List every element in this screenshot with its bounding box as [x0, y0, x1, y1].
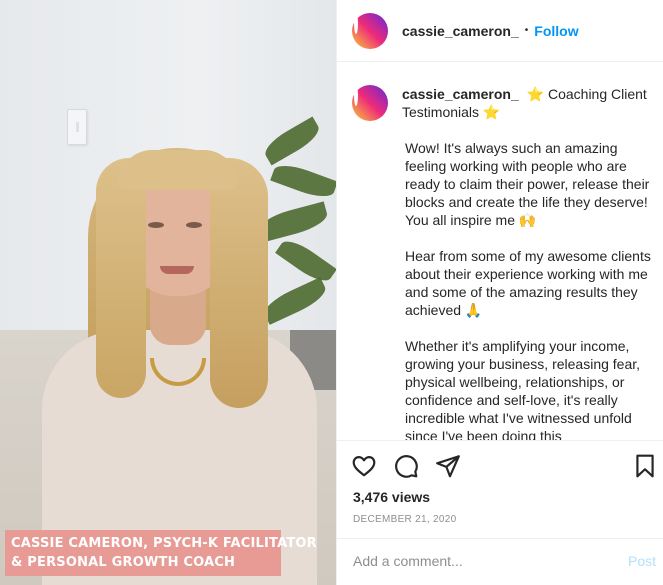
caption-paragraph: Hear from some of my awesome clients abo…: [405, 248, 651, 318]
caption-section[interactable]: cassie_cameron_ ⭐ Coaching Client Testim…: [337, 63, 663, 440]
video-name-overlay: CASSIE CAMERON, PSYCH-K FACILITATOR & PE…: [5, 530, 317, 576]
caption-username[interactable]: cassie_cameron_: [402, 86, 519, 102]
caption-row: cassie_cameron_ ⭐ Coaching Client Testim…: [352, 85, 648, 121]
eye: [186, 222, 202, 228]
bookmark-icon[interactable]: [632, 453, 658, 479]
avatar-image: [354, 85, 358, 106]
eye: [148, 222, 164, 228]
post-button[interactable]: Post: [628, 553, 656, 569]
overlay-line-2: & PERSONAL GROWTH COACH: [11, 555, 236, 570]
hair-left: [96, 158, 146, 398]
separator-dot: •: [524, 25, 529, 36]
header-username[interactable]: cassie_cameron_: [402, 23, 519, 39]
add-comment-section: Post: [337, 538, 663, 585]
comment-icon[interactable]: [393, 453, 419, 479]
caption-paragraph: Whether it's amplifying your income, gro…: [405, 338, 641, 440]
post-date: DECEMBER 21, 2020: [353, 514, 457, 525]
action-icons: [351, 453, 461, 479]
post-video[interactable]: CASSIE CAMERON, PSYCH-K FACILITATOR & PE…: [0, 0, 336, 585]
overlay-line-1: CASSIE CAMERON, PSYCH-K FACILITATOR: [11, 536, 317, 551]
caption-paragraph: Wow! It's always such an amazing feeling…: [405, 140, 650, 228]
post-panel: cassie_cameron_ • Follow cassie_cameron_…: [336, 0, 663, 585]
post-header: cassie_cameron_ • Follow: [337, 0, 663, 62]
avatar[interactable]: [352, 12, 388, 49]
avatar-image: [354, 12, 358, 34]
mouth: [160, 266, 194, 274]
caption-body: Wow! It's always such an amazing feeling…: [405, 139, 655, 440]
hair-top: [118, 150, 238, 190]
presenter: [0, 0, 336, 585]
comment-input[interactable]: [353, 553, 603, 569]
view-count[interactable]: 3,476 views: [353, 489, 430, 505]
heart-icon[interactable]: [351, 453, 377, 479]
caption-avatar[interactable]: [352, 85, 388, 121]
follow-button[interactable]: Follow: [534, 23, 578, 39]
hair-right: [210, 158, 268, 408]
action-bar: 3,476 views DECEMBER 21, 2020: [337, 440, 663, 546]
paper-plane-icon[interactable]: [435, 453, 461, 479]
caption-title-block: cassie_cameron_ ⭐ Coaching Client Testim…: [402, 85, 647, 121]
